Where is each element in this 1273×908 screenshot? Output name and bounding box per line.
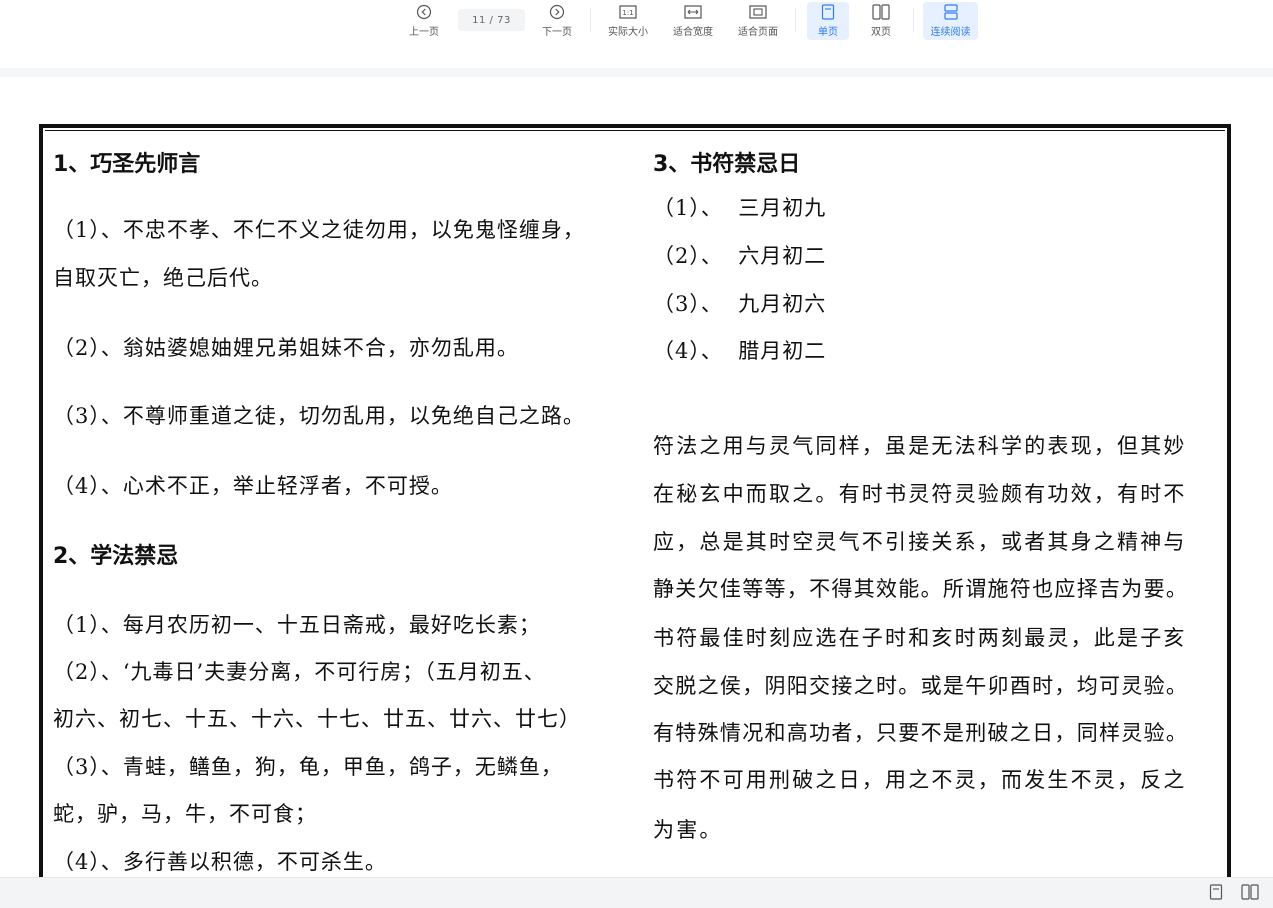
actual-size-label: 实际大小 [608,27,648,38]
paragraph-line: 在秘玄中而取之。有时书灵符灵验颇有功效，有时不 [653,482,1187,506]
fit-width-icon [684,2,702,22]
paragraph-line: 蛇，驴，马，牛，不可食； [53,802,317,826]
paragraph-line: 有特殊情况和高功者，只要不是刑破之日，同样灵验。 [653,721,1189,745]
paragraph-line: （4）、心术不正，举止轻浮者，不可授。 [53,474,453,498]
fit-page-label: 适合页面 [738,27,778,38]
double-page-button[interactable]: 双页 [860,2,902,40]
toolbar-divider [913,8,914,32]
paragraph-line: （3）、不尊师重道之徒，切勿乱用，以免绝自己之路。 [53,404,585,428]
toolbar-shadow-band [0,68,1273,77]
single-page-button[interactable]: 单页 [807,2,849,40]
single-page-label: 单页 [818,27,838,38]
paragraph-line: （2）、‘九毒日’夫妻分离，不可行房；（五月初五、 [53,660,546,684]
toolbar-divider [795,8,796,32]
page-number-input[interactable]: 11 / 73 [458,9,525,31]
continuous-read-label: 连续阅读 [930,27,971,38]
toolbar-divider [590,8,591,32]
actual-size-icon: 1:1 [619,2,637,22]
prev-page-label: 上一页 [409,27,439,38]
single-page-icon [821,2,835,22]
double-page-view-icon[interactable] [1241,884,1259,904]
paragraph-line: 初六、初七、十五、十六、十七、廿五、廿六、廿七） [53,707,581,731]
fit-width-label: 适合宽度 [673,27,713,38]
fit-page-icon [749,2,767,22]
continuous-scroll-icon [943,2,959,22]
bottom-status-bar [0,877,1273,908]
actual-size-button[interactable]: 1:1 实际大小 [603,2,653,40]
double-page-label: 双页 [871,27,891,38]
next-page-label: 下一页 [542,27,572,38]
fit-page-button[interactable]: 适合页面 [733,2,783,40]
section-heading-2: 2、学法禁忌 [53,544,179,569]
fit-width-button[interactable]: 适合宽度 [668,2,718,40]
next-page-button[interactable]: 下一页 [537,2,577,40]
paragraph-line: 符法之用与灵气同样，虽是无法科学的表现，但其妙 [653,434,1187,458]
paragraph-line: （3）、青蛙，鳝鱼，狗，龟，甲鱼，鸽子，无鳞鱼， [53,755,563,779]
page-indicator-text: 11 / 73 [472,14,511,26]
double-page-icon [872,2,890,22]
viewer-toolbar: 上一页 11 / 73 下一页 1:1 实际大小 适合宽度 适合页面 单页 双页… [0,0,1273,68]
paragraph-line: （1）、每月农历初一、十五日斋戒，最好吃长素； [53,613,541,637]
date-list-item: （3）、 九月初六 [653,292,827,316]
chevron-right-circle-icon [549,2,565,22]
prev-page-button[interactable]: 上一页 [404,2,444,40]
paragraph-line: 为害。 [653,818,723,842]
date-list-item: （4）、 腊月初二 [653,339,827,363]
paragraph-line: （1）、不忠不孝、不仁不义之徒勿用，以免鬼怪缠身， [53,218,585,242]
chevron-left-circle-icon [416,2,432,22]
paragraph-line: （4）、多行善以积德，不可杀生。 [53,850,387,874]
date-list-item: （2）、 六月初二 [653,244,827,268]
paragraph-line: 自取灭亡，绝己后代。 [53,266,273,290]
date-list-item: （1）、 三月初九 [653,196,827,220]
paragraph-line: 交脱之侯，阴阳交接之时。或是午卯酉时，均可灵验。 [653,674,1189,698]
document-page: 1、巧圣先师言 （1）、不忠不孝、不仁不义之徒勿用，以免鬼怪缠身， 自取灭亡，绝… [39,124,1231,884]
paragraph-line: 静关欠佳等等，不得其效能。所谓施符也应择吉为要。 [653,577,1189,601]
section-heading-3: 3、书符禁忌日 [653,152,801,177]
paragraph-line: 书符最佳时刻应选在子时和亥时两刻最灵，此是子亥 [653,626,1187,650]
paragraph-line: （2）、翁姑婆媳妯娌兄弟姐妹不合，亦勿乱用。 [53,336,519,360]
section-heading-1: 1、巧圣先师言 [53,152,201,177]
paragraph-line: 应，总是其时空灵气不引接关系，或者其身之精神与 [653,530,1187,554]
svg-text:1:1: 1:1 [622,9,633,17]
continuous-read-button[interactable]: 连续阅读 [923,2,978,40]
paragraph-line: 书符不可用刑破之日，用之不灵，而发生不灵，反之 [653,768,1187,792]
single-page-view-icon[interactable] [1209,884,1223,904]
